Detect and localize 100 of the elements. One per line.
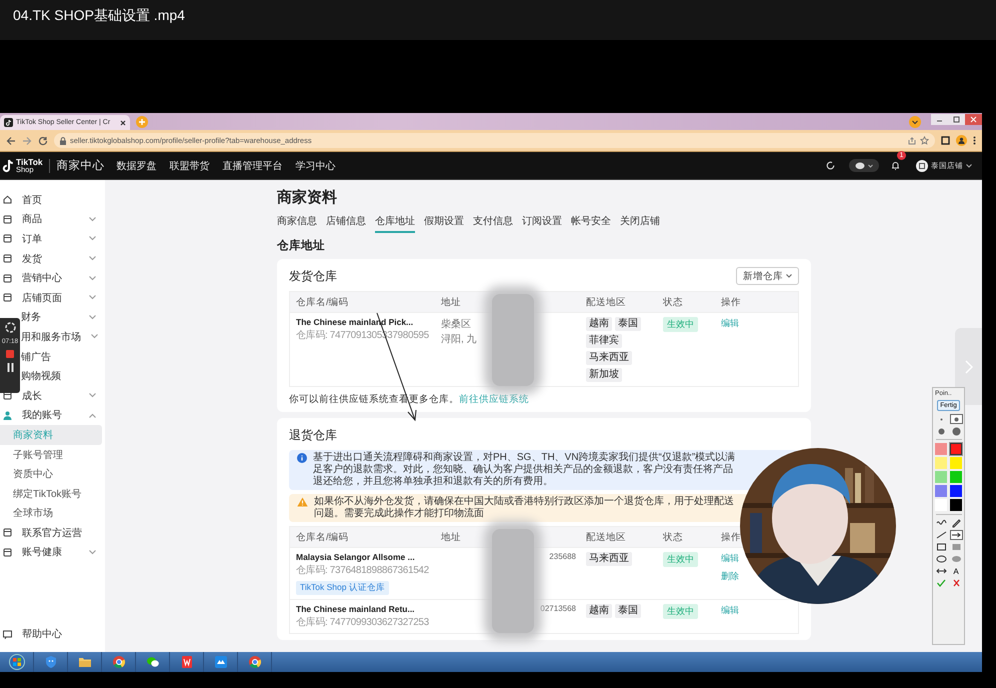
- arrow-icon: [950, 530, 962, 540]
- sidebar-item[interactable]: 首页: [0, 190, 105, 210]
- cross-icon: [950, 578, 962, 588]
- status-badge: 生效中: [663, 604, 698, 619]
- reload-icon[interactable]: [38, 136, 48, 146]
- rectangle-tool-button[interactable]: [934, 542, 948, 552]
- profile-tab[interactable]: 订阅设置: [522, 214, 562, 233]
- browser-icon[interactable]: [248, 655, 262, 669]
- nav-link[interactable]: 数据罗盘: [116, 158, 157, 172]
- back-icon[interactable]: [6, 136, 16, 146]
- color-swatch[interactable]: [950, 499, 962, 511]
- sidebar-item[interactable]: 成长: [0, 386, 105, 406]
- sidebar-item[interactable]: 购物视频: [21, 366, 105, 386]
- arrow-tool-button[interactable]: [950, 530, 962, 540]
- double-arrow-tool-button[interactable]: [934, 566, 948, 576]
- nav-link[interactable]: 学习中心: [296, 158, 336, 172]
- color-swatch[interactable]: [950, 457, 962, 469]
- profile-tab[interactable]: 假期设置: [424, 214, 464, 233]
- document-icon[interactable]: [180, 655, 194, 669]
- house-icon: [3, 195, 12, 204]
- square-icon: [3, 293, 12, 302]
- video-title: 04.TK SHOP基础设置 .mp4: [13, 7, 185, 23]
- warehouse-code: 仓库码: 7376481898867361542: [296, 564, 429, 577]
- color-swatch[interactable]: [934, 443, 946, 455]
- color-swatch[interactable]: [934, 457, 946, 469]
- caret-icon[interactable]: [966, 164, 972, 168]
- dot-icon: [952, 426, 960, 436]
- check-tool-button[interactable]: [934, 578, 948, 588]
- star-icon[interactable]: [920, 136, 929, 145]
- column-header: 配送地区: [585, 296, 627, 308]
- sidebar-subitem[interactable]: 绑定TikTok账号: [0, 484, 102, 504]
- profile-tab[interactable]: 商家信息: [277, 214, 317, 233]
- sidebar-item[interactable]: 财务: [21, 308, 105, 328]
- start-button[interactable]: [8, 654, 24, 670]
- sidebar-item[interactable]: 我的账号: [0, 406, 105, 426]
- sidebar-icon[interactable]: [941, 136, 950, 145]
- close-window-button[interactable]: [965, 114, 982, 125]
- add-warehouse-button[interactable]: 新增仓库: [736, 267, 799, 285]
- sidebar-item[interactable]: 用和服务市场: [21, 327, 105, 347]
- color-swatch[interactable]: [950, 471, 962, 483]
- pause-icon[interactable]: [6, 363, 14, 372]
- chat-icon[interactable]: [146, 655, 160, 669]
- close-icon[interactable]: [120, 120, 126, 126]
- info-icon: [297, 453, 307, 463]
- color-swatch[interactable]: [934, 471, 946, 483]
- menu-icon[interactable]: [973, 136, 976, 145]
- nav-link[interactable]: 商家中心: [56, 158, 105, 173]
- avatar-icon[interactable]: [916, 160, 928, 172]
- sidebar-item[interactable]: 联系官方运营: [0, 523, 105, 543]
- color-swatch[interactable]: [950, 443, 962, 455]
- color-swatch[interactable]: [934, 499, 946, 511]
- region-tag: 马来西亚: [586, 351, 632, 365]
- brush-size-button[interactable]: [950, 426, 962, 436]
- section-title: 仓库地址: [277, 238, 325, 253]
- chat-button[interactable]: [849, 159, 879, 172]
- line-tool-button[interactable]: [934, 530, 948, 540]
- status-badge: 生效中: [663, 552, 698, 567]
- sidebar-item[interactable]: 铺广告: [21, 346, 105, 366]
- profile-tab[interactable]: 帐号安全: [571, 214, 611, 233]
- sidebar-item[interactable]: 账号健康: [0, 542, 105, 562]
- sidebar-item[interactable]: 营销中心: [0, 268, 105, 288]
- bell-icon[interactable]: [891, 160, 900, 170]
- brush-size-button[interactable]: [950, 414, 962, 424]
- sidebar-item[interactable]: 店铺页面: [0, 288, 105, 308]
- sidebar-subitem[interactable]: 资质中心: [0, 464, 102, 484]
- region-tag: 新加坡: [586, 368, 622, 382]
- dropdown-icon[interactable]: [909, 116, 921, 128]
- profile-tab[interactable]: 关闭店铺: [620, 214, 660, 233]
- sidebar-item[interactable]: 订单: [0, 229, 105, 249]
- sidebar-subitem[interactable]: 子账号管理: [0, 444, 102, 464]
- sidebar-item[interactable]: 帮助中心: [0, 624, 105, 644]
- color-swatch[interactable]: [950, 485, 962, 497]
- cloud-icon[interactable]: [214, 655, 228, 669]
- person-icon: [958, 137, 965, 144]
- profile-button[interactable]: [956, 135, 967, 146]
- aperture-icon[interactable]: [4, 322, 16, 333]
- double-arrow-icon: [936, 566, 946, 576]
- browser-icon[interactable]: [112, 655, 126, 669]
- pencil-tool-button[interactable]: [950, 518, 962, 528]
- refresh-icon[interactable]: [826, 161, 835, 170]
- sidebar-item[interactable]: 商品: [0, 210, 105, 230]
- sidebar-subitem[interactable]: 全球市场: [0, 504, 102, 524]
- nav-link[interactable]: 联盟带货: [170, 158, 210, 172]
- share-icon[interactable]: [908, 136, 916, 144]
- shield-icon[interactable]: [44, 655, 58, 669]
- nav-link[interactable]: 直播管理平台: [222, 158, 283, 172]
- sidebar-item[interactable]: 发货: [0, 248, 105, 268]
- ellipse-tool-button[interactable]: [934, 554, 948, 564]
- lock-icon: [60, 136, 66, 144]
- column-header: 操作: [720, 296, 742, 308]
- profile-tab[interactable]: 仓库地址: [375, 214, 415, 233]
- profile-tab[interactable]: 支付信息: [473, 214, 513, 233]
- folder-icon[interactable]: [78, 655, 92, 669]
- check-icon: [936, 578, 946, 588]
- color-swatch[interactable]: [934, 485, 946, 497]
- profile-tab[interactable]: 店铺信息: [326, 214, 366, 233]
- text-tool-button[interactable]: A: [950, 566, 962, 576]
- app-icon: [4, 118, 13, 127]
- maximize-button[interactable]: [948, 114, 965, 125]
- minimize-button[interactable]: [931, 114, 948, 125]
